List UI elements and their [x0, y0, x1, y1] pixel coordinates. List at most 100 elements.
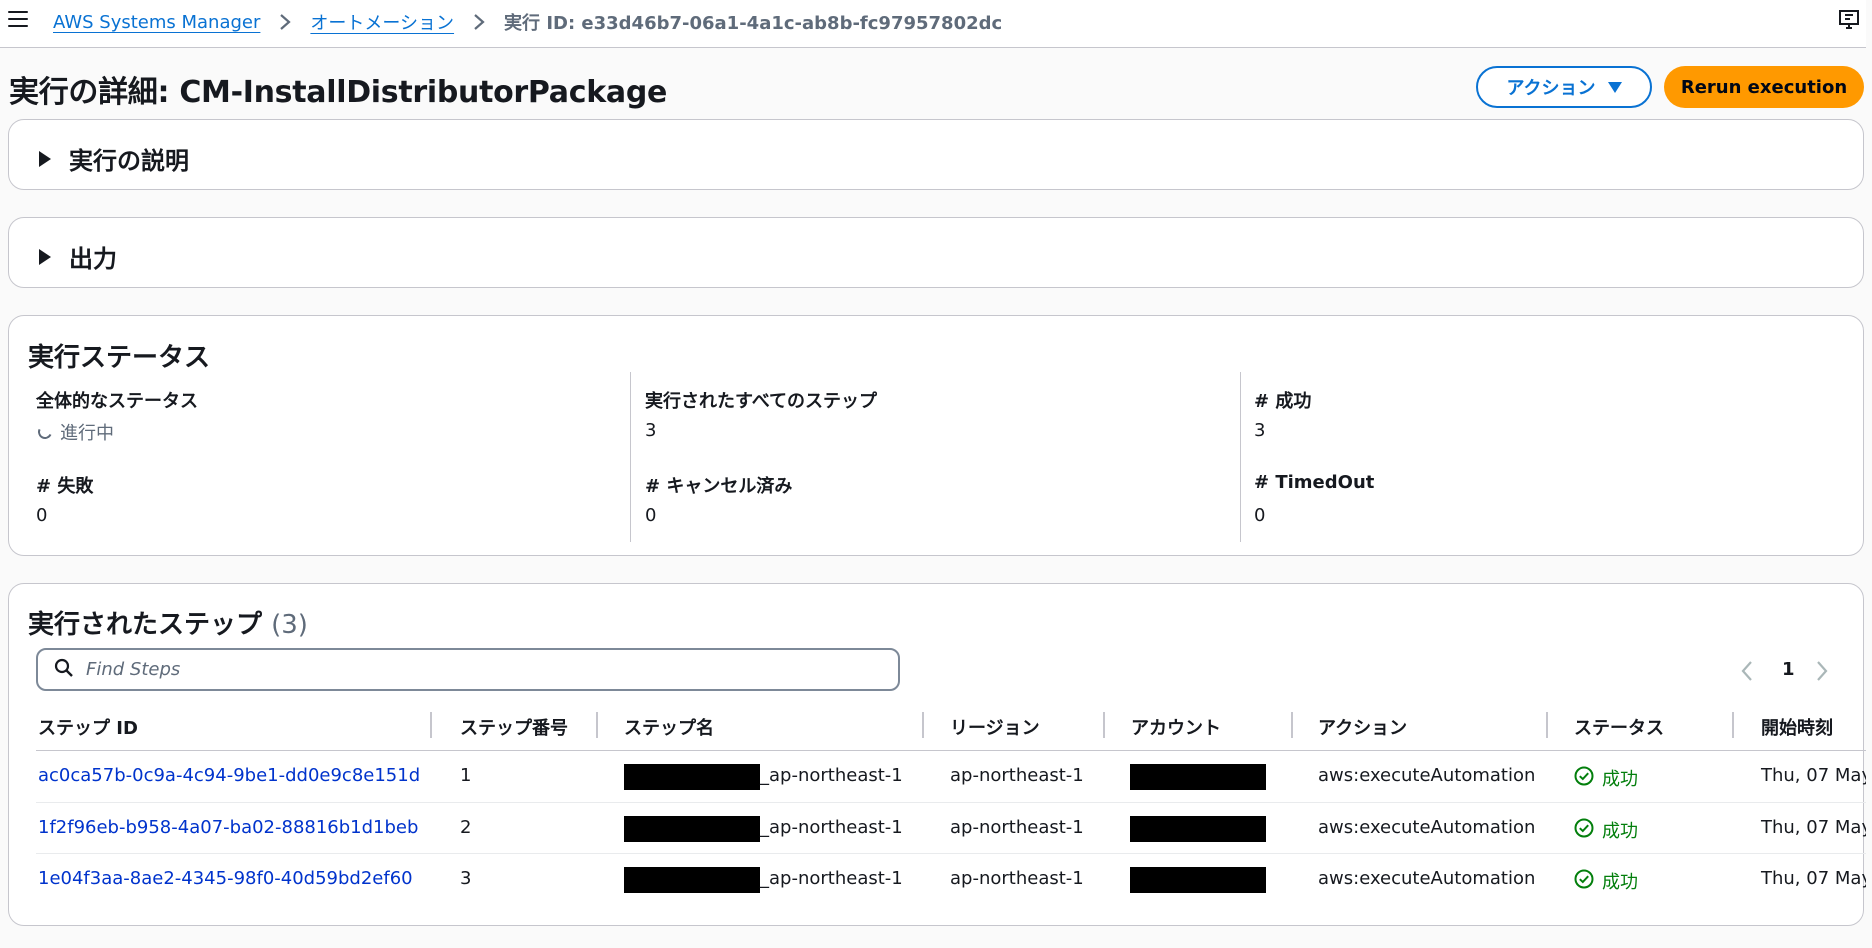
execution-description-expander[interactable]: 実行の説明 [39, 141, 189, 176]
executed-steps-count: (3) [271, 610, 308, 640]
execution-description-label: 実行の説明 [69, 147, 189, 175]
caret-down-icon [1607, 81, 1622, 93]
executed-steps-title-text: 実行されたステップ [28, 610, 263, 640]
status-text: 成功 [1602, 769, 1638, 790]
step-id-link[interactable]: 1f2f96eb-b958-4a07-ba02-88816b1d1beb [38, 817, 418, 838]
redacted-account [1130, 816, 1266, 842]
execution-status-title: 実行ステータス [28, 343, 211, 373]
check-circle-icon [1574, 869, 1594, 894]
redacted-step-name [624, 764, 760, 790]
spinner-icon [36, 423, 54, 441]
timedout-count-value: 0 [1254, 505, 1266, 526]
row-divider [36, 853, 1866, 854]
executed-steps-title: 実行されたステップ (3) [28, 604, 308, 641]
failed-count-value: 0 [36, 505, 48, 526]
chevron-right-icon [274, 11, 296, 33]
step-action: aws:executeAutomation [1318, 765, 1536, 786]
column-header-step-number[interactable]: ステップ番号 [460, 714, 568, 740]
status-badge: 成功 [1574, 817, 1638, 843]
search-icon [54, 658, 74, 682]
step-region: ap-northeast-1 [950, 817, 1084, 838]
step-number: 2 [460, 817, 472, 838]
step-region: ap-northeast-1 [950, 765, 1084, 786]
breadcrumb-systems-manager[interactable]: AWS Systems Manager [53, 12, 260, 33]
redacted-account [1130, 764, 1266, 790]
status-divider [630, 372, 631, 542]
status-text: 成功 [1602, 872, 1638, 893]
overall-status-label: 全体的なステータス [36, 391, 198, 412]
column-header-region[interactable]: リージョン [950, 714, 1040, 740]
failed-count-label: # 失敗 [36, 476, 94, 497]
top-navigation-bar: AWS Systems Manager オートメーション 実行 ID: e33d… [0, 0, 1866, 48]
success-count-value: 3 [1254, 420, 1266, 441]
menu-icon[interactable] [8, 11, 28, 27]
row-divider [36, 802, 1866, 803]
column-header-account[interactable]: アカウント [1131, 714, 1221, 740]
column-resizer[interactable] [1732, 712, 1734, 738]
step-name-suffix: _ap-northeast-1 [760, 817, 903, 838]
chevron-right-icon [468, 11, 490, 33]
column-header-action[interactable]: アクション [1318, 714, 1407, 740]
cancelled-count-value: 0 [645, 505, 657, 526]
pagination-current-page[interactable]: 1 [1782, 659, 1795, 680]
success-count-label: # 成功 [1254, 391, 1312, 412]
actions-button-label: アクション [1506, 78, 1596, 99]
output-panel: 出力 [8, 217, 1864, 288]
caret-right-icon [39, 248, 51, 265]
step-action: aws:executeAutomation [1318, 868, 1536, 889]
table-header-divider [36, 750, 1866, 751]
step-action: aws:executeAutomation [1318, 817, 1536, 838]
breadcrumb-current-execution: 実行 ID: e33d46b7-06a1-4a1c-ab8b-fc9795780… [504, 13, 1003, 34]
column-resizer[interactable] [1291, 712, 1293, 738]
status-badge: 成功 [1574, 765, 1638, 791]
output-label: 出力 [69, 245, 117, 273]
rerun-execution-button[interactable]: Rerun execution [1664, 66, 1864, 108]
status-divider [1240, 372, 1241, 542]
executed-steps-value: 3 [645, 420, 657, 441]
status-badge: 成功 [1574, 868, 1638, 894]
breadcrumb-automation[interactable]: オートメーション [310, 9, 454, 35]
execution-status-panel [8, 315, 1864, 556]
step-number: 1 [460, 765, 472, 786]
step-id-link[interactable]: ac0ca57b-0c9a-4c94-9be1-dd0e9c8e151d [38, 765, 420, 786]
column-resizer[interactable] [596, 712, 598, 738]
check-circle-icon [1574, 818, 1594, 843]
column-header-start-time[interactable]: 開始時刻 [1761, 714, 1833, 740]
page-title: 実行の詳細: CM-InstallDistributorPackage [9, 75, 668, 110]
steps-search[interactable] [36, 648, 900, 691]
column-header-step-id[interactable]: ステップ ID [38, 714, 138, 740]
column-resizer[interactable] [1103, 712, 1105, 738]
step-name-suffix: _ap-northeast-1 [760, 868, 903, 889]
breadcrumb: AWS Systems Manager オートメーション 実行 ID: e33d… [53, 9, 1002, 35]
column-header-step-name[interactable]: ステップ名 [624, 714, 714, 740]
execution-description-panel: 実行の説明 [8, 119, 1864, 190]
redacted-account [1130, 867, 1266, 893]
step-id-link[interactable]: 1e04f3aa-8ae2-4345-98f0-40d59bd2ef60 [38, 868, 413, 889]
column-resizer[interactable] [430, 712, 432, 738]
step-start-time: Thu, 07 May [1761, 868, 1866, 889]
cancelled-count-label: # キャンセル済み [645, 476, 793, 497]
chevron-left-icon[interactable] [1740, 660, 1754, 686]
timedout-count-label: # TimedOut [1254, 472, 1375, 493]
output-expander[interactable]: 出力 [39, 239, 117, 274]
overall-status-text: 進行中 [60, 423, 114, 444]
overall-status-value: 進行中 [36, 419, 114, 445]
step-start-time: Thu, 07 May [1761, 817, 1866, 838]
step-region: ap-northeast-1 [950, 868, 1084, 889]
caret-right-icon [39, 150, 51, 167]
step-start-time: Thu, 07 May [1761, 765, 1866, 786]
step-name-suffix: _ap-northeast-1 [760, 765, 903, 786]
column-resizer[interactable] [1546, 712, 1548, 738]
steps-search-input[interactable] [86, 659, 866, 680]
step-number: 3 [460, 868, 472, 889]
redacted-step-name [624, 816, 760, 842]
column-resizer[interactable] [922, 712, 924, 738]
screen-feedback-icon[interactable] [1838, 8, 1862, 32]
actions-dropdown-button[interactable]: アクション [1476, 66, 1652, 108]
chevron-right-icon[interactable] [1815, 660, 1829, 686]
executed-steps-label: 実行されたすべてのステップ [645, 391, 878, 412]
column-header-status[interactable]: ステータス [1574, 714, 1664, 740]
redacted-step-name [624, 867, 760, 893]
status-text: 成功 [1602, 821, 1638, 842]
check-circle-icon [1574, 766, 1594, 791]
